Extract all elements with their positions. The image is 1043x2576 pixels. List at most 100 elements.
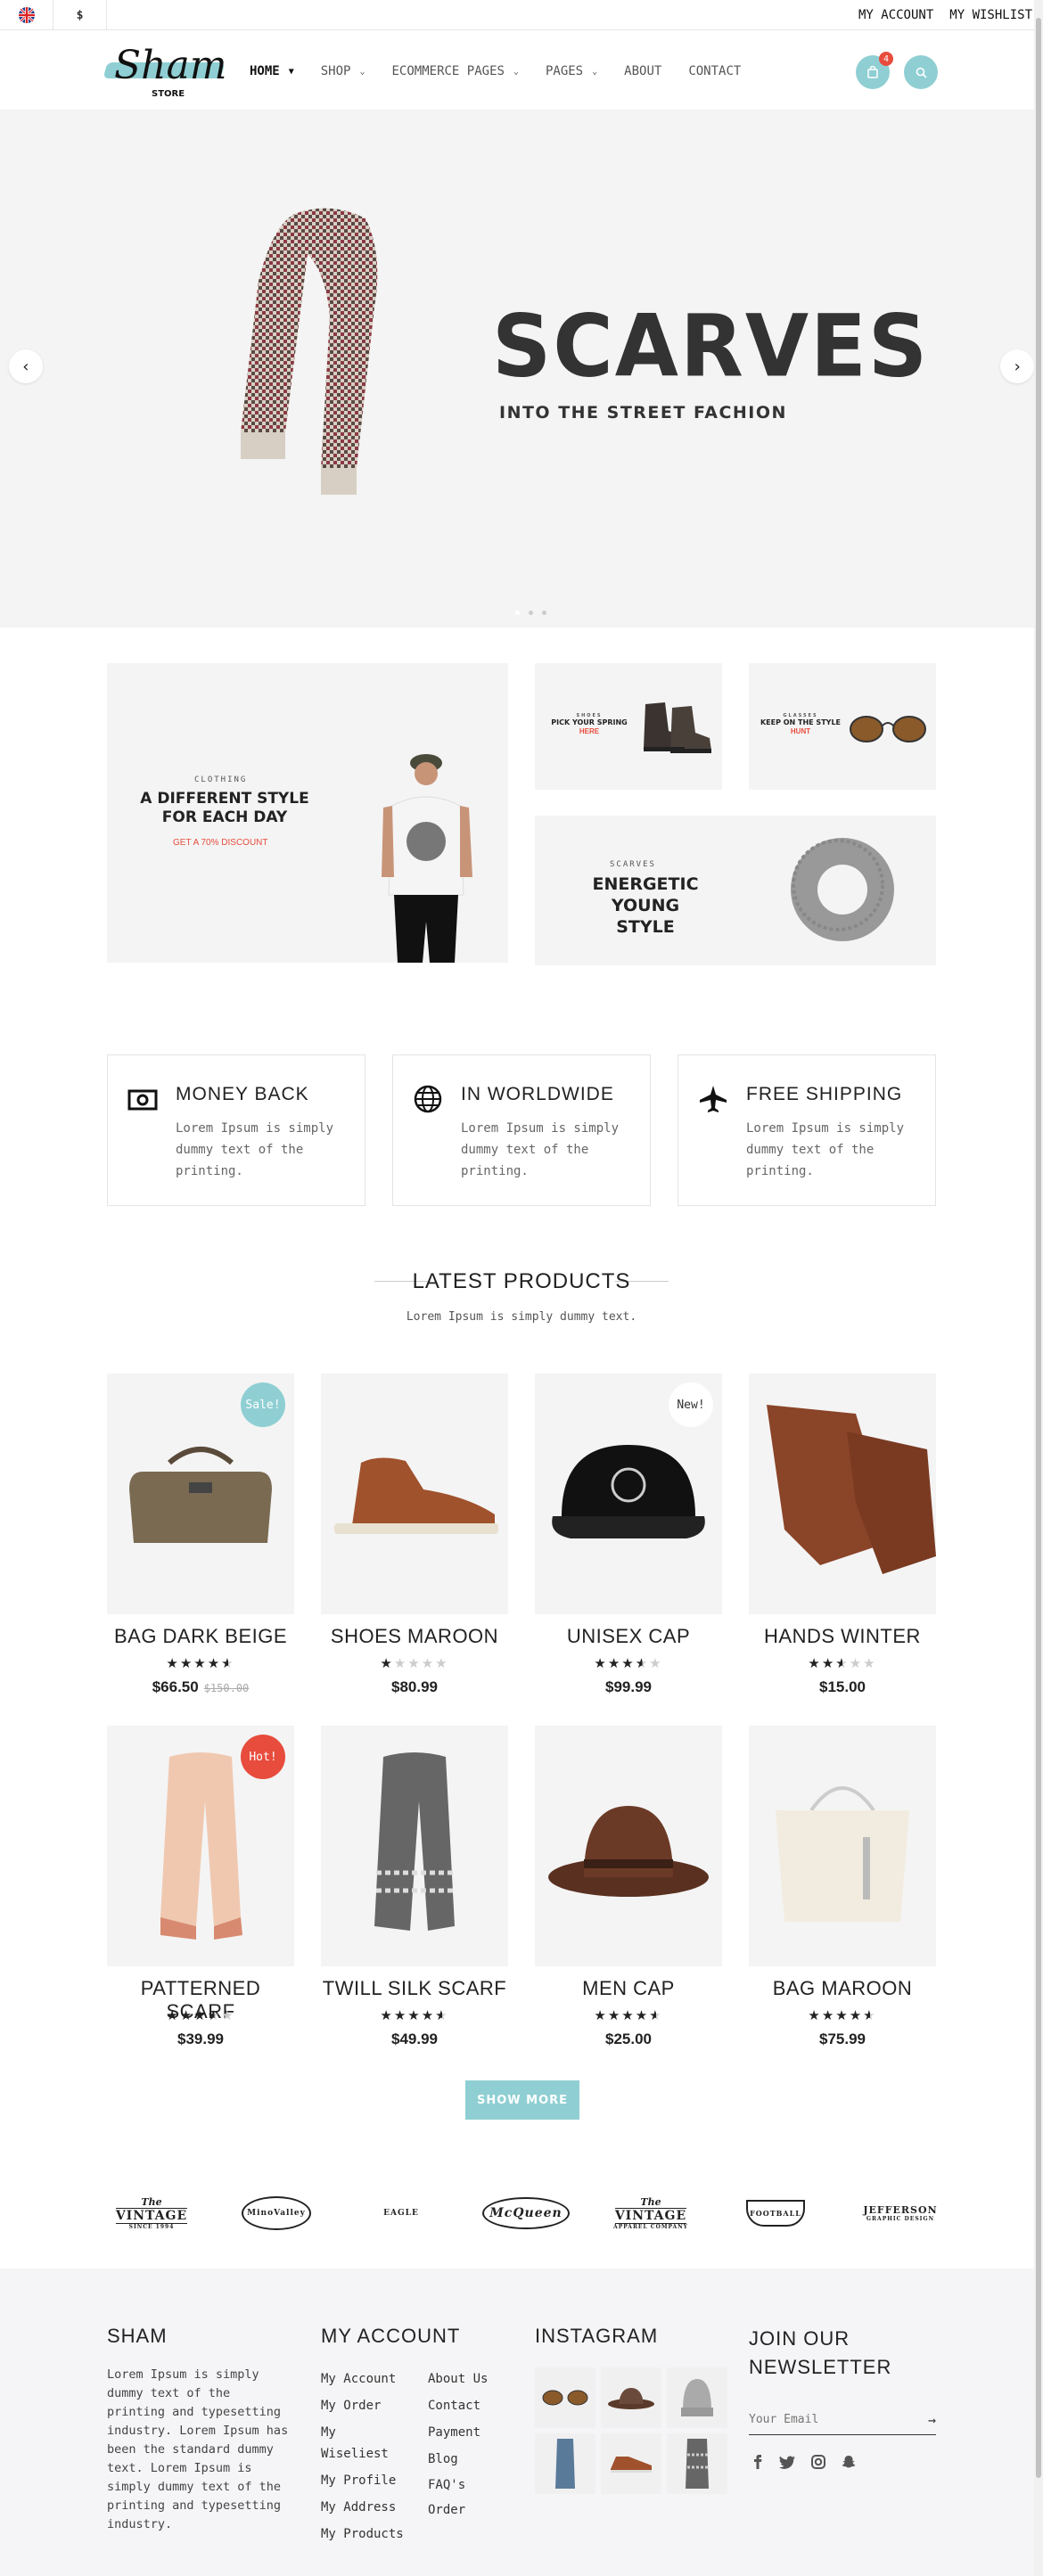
nav-about[interactable]: ABOUT	[624, 64, 661, 78]
uk-flag-icon	[18, 7, 35, 23]
footer-link[interactable]: Blog	[428, 2446, 499, 2473]
product-name[interactable]: MEN CAP	[535, 1977, 722, 2000]
banner-clothing[interactable]: CLOTHING A DIFFERENT STYLE FOR EACH DAY …	[107, 663, 508, 963]
product-card[interactable]: TWILL SILK SCARF ★★★★★ $49.99	[321, 1726, 508, 2064]
footer-link[interactable]: Contact	[428, 2392, 499, 2419]
star-full-icon: ★	[849, 2007, 864, 2023]
product-card[interactable]: MEN CAP ★★★★★ $25.00	[535, 1726, 722, 2064]
brand-line: SINCE 1994	[128, 2224, 175, 2230]
instagram-photo[interactable]	[667, 2433, 727, 2494]
star-empty-icon: ★	[393, 1655, 408, 1671]
banner-scarves[interactable]: SCARVES ENERGETIC YOUNG STYLE	[535, 816, 936, 965]
product-card[interactable]: HANDS WINTER ★★★★★ $15.00	[749, 1374, 936, 1712]
instagram-photo[interactable]	[535, 2367, 595, 2428]
product-name[interactable]: SHOES MAROON	[321, 1625, 508, 1648]
facebook-icon[interactable]	[752, 2455, 763, 2469]
instagram-photo[interactable]	[667, 2367, 727, 2428]
product-card[interactable]: Hot! PATTERNED SCARF ★★★★★ $39.99	[107, 1726, 294, 2064]
slide-dot[interactable]	[529, 611, 533, 615]
scrollbar-thumb[interactable]	[1036, 18, 1041, 2478]
brand-logo[interactable]: The VINTAGE APPAREL COMPANY	[606, 2182, 695, 2244]
footer-link[interactable]: Payment	[428, 2419, 499, 2446]
footer-link[interactable]: My Profile	[321, 2467, 410, 2494]
product-image[interactable]	[535, 1726, 722, 1966]
product-image[interactable]	[321, 1726, 508, 1966]
product-image[interactable]: Sale!	[107, 1374, 294, 1614]
product-card[interactable]: New! UNISEX CAP ★★★★★ $99.99	[535, 1374, 722, 1712]
my-wishlist-link[interactable]: MY WISHLIST	[949, 8, 1032, 22]
product-card[interactable]: Sale! BAG DARK BEIGE ★★★★★ $66.50 $150.00	[107, 1374, 294, 1712]
footer-instagram-title: INSTAGRAM	[535, 2325, 659, 2347]
instagram-photo[interactable]	[535, 2433, 595, 2494]
nav-pages[interactable]: PAGES ⌄	[546, 64, 597, 78]
product-name[interactable]: BAG MAROON	[749, 1977, 936, 2000]
brand-logo[interactable]: FOOTBALL	[731, 2182, 820, 2244]
slide-dot[interactable]	[515, 611, 520, 615]
hero-prev-button[interactable]: ‹	[9, 349, 43, 383]
grey-scarf-image	[791, 838, 894, 941]
brand-line: FOOTBALL	[746, 2200, 805, 2227]
product-price-row: $66.50 $150.00	[107, 1678, 294, 1696]
product-name[interactable]: TWILL SILK SCARF	[321, 1977, 508, 2000]
brand-logo[interactable]: McQueen	[481, 2182, 571, 2244]
product-rating: ★★★★★	[107, 1655, 294, 1671]
cart-button[interactable]: 4	[856, 52, 893, 89]
feature-money-back: MONEY BACK Lorem Ipsum is simply dummy t…	[107, 1054, 365, 1206]
product-image[interactable]: New!	[535, 1374, 722, 1614]
logo[interactable]: Sham STORE	[103, 43, 230, 105]
product-name[interactable]: HANDS WINTER	[749, 1625, 936, 1648]
footer-link[interactable]: My Order	[321, 2392, 410, 2419]
brand-logo[interactable]: MinoValley	[232, 2182, 321, 2244]
email-field[interactable]	[749, 2413, 900, 2426]
nav-home[interactable]: HOME ▼	[250, 64, 294, 78]
product-price-row: $75.99	[749, 2030, 936, 2048]
my-account-link[interactable]: MY ACCOUNT	[858, 8, 933, 22]
product-name[interactable]: BAG DARK BEIGE	[107, 1625, 294, 1648]
instagram-photo[interactable]	[601, 2367, 661, 2428]
hero-subtitle: INTO THE STREET FACHION	[499, 403, 787, 422]
hero-next-button[interactable]: ›	[1000, 349, 1034, 383]
nav-contact[interactable]: CONTACT	[688, 64, 741, 78]
star-half-icon: ★	[221, 1655, 235, 1671]
brand-logo[interactable]: EAGLE	[357, 2182, 446, 2244]
footer-link[interactable]: FAQ's Order	[428, 2473, 499, 2523]
product-image[interactable]	[749, 1726, 936, 1966]
star-half-icon: ★	[635, 1655, 650, 1671]
footer-link[interactable]: My Account	[321, 2366, 410, 2392]
twitter-icon[interactable]	[779, 2456, 795, 2469]
latest-products-subtitle: Lorem Ipsum is simply dummy text.	[406, 1310, 637, 1324]
currency-selector[interactable]: $	[53, 0, 107, 30]
star-empty-icon: ★	[649, 1655, 663, 1671]
product-image[interactable]	[749, 1374, 936, 1614]
footer-link[interactable]: My Products	[321, 2521, 410, 2547]
search-button[interactable]	[904, 55, 938, 89]
grey-scarf-thumb	[686, 2439, 709, 2489]
nav-ecommerce-pages[interactable]: ECOMMERCE PAGES ⌄	[392, 64, 519, 78]
footer-link[interactable]: My Wiseliest	[321, 2419, 392, 2467]
arrow-right-icon[interactable]: →	[928, 2412, 936, 2428]
banner-glasses[interactable]: GLASSES KEEP ON THE STYLE HUNT	[749, 663, 936, 790]
brand-logo[interactable]: JEFFERSON GRAPHIC DESIGN	[856, 2182, 945, 2244]
slide-dot[interactable]	[542, 611, 546, 615]
chevron-left-icon: ‹	[21, 357, 31, 376]
banner-shoes[interactable]: SHOES PICK YOUR SPRING HERE	[535, 663, 722, 790]
brand-line: JEFFERSON	[863, 2204, 938, 2216]
instagram-photo[interactable]	[601, 2433, 661, 2494]
footer-link[interactable]: About Us	[428, 2366, 499, 2392]
instagram-icon[interactable]	[811, 2455, 825, 2469]
brand-logo[interactable]: The VINTAGE SINCE 1994	[107, 2182, 196, 2244]
product-image[interactable]	[321, 1374, 508, 1614]
product-image[interactable]: Hot!	[107, 1726, 294, 1966]
product-name[interactable]: UNISEX CAP	[535, 1625, 722, 1648]
product-card[interactable]: SHOES MAROON ★★★★★ $80.99	[321, 1374, 508, 1712]
snapchat-icon[interactable]	[842, 2455, 856, 2469]
hat-thumb	[608, 2388, 654, 2409]
show-more-button[interactable]: SHOW MORE	[465, 2080, 579, 2120]
star-full-icon: ★	[808, 2007, 822, 2023]
product-tag: New!	[669, 1382, 713, 1427]
footer-link[interactable]: My Address	[321, 2494, 410, 2521]
product-card[interactable]: BAG MAROON ★★★★★ $75.99	[749, 1726, 936, 2064]
language-selector[interactable]	[0, 0, 53, 30]
nav-shop[interactable]: SHOP ⌄	[321, 64, 365, 78]
star-half-icon: ★	[863, 2007, 877, 2023]
